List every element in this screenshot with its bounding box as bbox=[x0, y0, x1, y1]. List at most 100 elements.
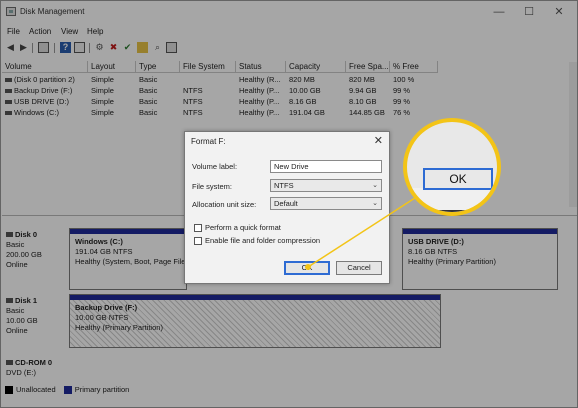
menu-action[interactable]: Action bbox=[29, 27, 51, 36]
cell-capacity: 10.00 GB bbox=[289, 86, 321, 95]
column-header-volume[interactable]: Volume bbox=[2, 61, 88, 73]
window-title: Disk Management bbox=[20, 7, 85, 16]
column-header-capacity[interactable]: Capacity bbox=[286, 61, 346, 73]
partition-backup-drive[interactable]: Backup Drive (F:) 10.00 GB NTFS Healthy … bbox=[69, 294, 441, 348]
allocation-size-select[interactable]: Default ⌄ bbox=[270, 197, 382, 210]
cell-volume: Windows (C:) bbox=[2, 107, 88, 118]
partition-status: Healthy (System, Boot, Page File bbox=[75, 257, 186, 266]
cell-free-space: 9.94 GB bbox=[349, 86, 377, 95]
partition-windows[interactable]: Windows (C:) 191.04 GB NTFS Healthy (Sys… bbox=[69, 228, 187, 290]
forward-arrow-icon[interactable]: ▶ bbox=[18, 42, 29, 53]
column-header-status[interactable]: Status bbox=[236, 61, 286, 73]
cancel-button[interactable]: Cancel bbox=[336, 261, 382, 275]
partition-size: 8.16 GB NTFS bbox=[408, 247, 458, 256]
primary-partition-bar bbox=[403, 229, 557, 234]
delete-icon[interactable]: ✖ bbox=[108, 42, 119, 53]
volume-icon bbox=[5, 89, 12, 94]
zoom-callout: OK bbox=[403, 118, 501, 216]
file-system-value: NTFS bbox=[274, 181, 294, 190]
disk0-type: Basic bbox=[6, 240, 25, 249]
menu-file[interactable]: File bbox=[7, 27, 20, 36]
column-header-percent-free[interactable]: % Free bbox=[390, 61, 438, 73]
column-header-type[interactable]: Type bbox=[136, 61, 180, 73]
table-row[interactable]: Backup Drive (F:) Simple Basic NTFS Heal… bbox=[2, 85, 577, 96]
volume-label-input[interactable]: New Drive bbox=[270, 160, 382, 173]
console-tree-icon[interactable] bbox=[38, 42, 49, 53]
quick-format-checkbox[interactable] bbox=[194, 224, 202, 232]
table-row[interactable]: Windows (C:) Simple Basic NTFS Healthy (… bbox=[2, 107, 577, 118]
partition-legend: Unallocated Primary partition bbox=[5, 385, 129, 395]
check-icon[interactable]: ✔ bbox=[122, 42, 133, 53]
table-row[interactable]: (Disk 0 partition 2) Simple Basic Health… bbox=[2, 74, 577, 85]
partition-usb-drive[interactable]: USB DRIVE (D:) 8.16 GB NTFS Healthy (Pri… bbox=[402, 228, 558, 290]
open-icon[interactable] bbox=[137, 42, 148, 53]
disk1-label[interactable]: Disk 1 Basic 10.00 GB Online bbox=[6, 296, 66, 336]
disk0-size: 200.00 GB bbox=[6, 250, 42, 259]
cell-file-system: NTFS bbox=[183, 86, 203, 95]
help-icon[interactable]: ? bbox=[60, 42, 71, 53]
partition-status: Healthy (Primary Partition) bbox=[408, 257, 496, 266]
table-row[interactable]: USB DRIVE (D:) Simple Basic NTFS Healthy… bbox=[2, 96, 577, 107]
zoomed-ok-button: OK bbox=[423, 168, 493, 190]
compression-checkbox[interactable] bbox=[194, 237, 202, 245]
file-system-select[interactable]: NTFS ⌄ bbox=[270, 179, 382, 192]
partition-usb-text: USB DRIVE (D:) 8.16 GB NTFS Healthy (Pri… bbox=[408, 237, 496, 267]
disk1-type: Basic bbox=[6, 306, 25, 315]
partition-windows-text: Windows (C:) 191.04 GB NTFS Healthy (Sys… bbox=[75, 237, 185, 267]
unallocated-swatch bbox=[5, 386, 13, 395]
cell-file-system: NTFS bbox=[183, 97, 203, 106]
cell-type: Basic bbox=[139, 86, 158, 95]
cell-layout: Simple bbox=[91, 108, 114, 117]
cell-type: Basic bbox=[139, 75, 158, 84]
disk1-name: Disk 1 bbox=[15, 296, 38, 305]
menu-help[interactable]: Help bbox=[87, 27, 103, 36]
cell-status: Healthy (P... bbox=[239, 108, 280, 117]
search-icon[interactable]: ⌕ bbox=[152, 42, 163, 53]
volume-icon bbox=[5, 78, 12, 83]
title-bar: Disk Management — ☐ ✕ bbox=[1, 1, 577, 23]
column-header-free-space[interactable]: Free Spa... bbox=[346, 61, 390, 73]
menu-bar: File Action View Help bbox=[1, 25, 577, 39]
compression-label: Enable file and folder compression bbox=[205, 236, 321, 245]
dialog-close-button[interactable]: ✕ bbox=[374, 134, 383, 147]
view-icon[interactable] bbox=[166, 42, 177, 53]
cell-volume: Backup Drive (F:) bbox=[2, 85, 88, 96]
format-dialog: Format F: ✕ Volume label: New Drive File… bbox=[184, 131, 390, 284]
volume-name: Windows (C:) bbox=[14, 108, 60, 117]
cell-type: Basic bbox=[139, 97, 158, 106]
minimize-button[interactable]: — bbox=[485, 4, 513, 20]
volume-icon bbox=[5, 111, 12, 116]
maximize-button[interactable]: ☐ bbox=[515, 4, 543, 20]
connect-icon[interactable]: ⚙ bbox=[94, 42, 105, 53]
column-header-layout[interactable]: Layout bbox=[88, 61, 136, 73]
back-arrow-icon[interactable]: ◀ bbox=[5, 42, 16, 53]
cell-status: Healthy (R... bbox=[239, 75, 281, 84]
allocation-size-value: Default bbox=[274, 199, 298, 208]
ok-button[interactable]: OK bbox=[284, 261, 330, 275]
volume-name: USB DRIVE (D:) bbox=[14, 97, 70, 106]
volume-name: Backup Drive (F:) bbox=[14, 86, 73, 95]
properties-icon[interactable] bbox=[74, 42, 85, 53]
primary-partition-bar bbox=[70, 295, 440, 300]
disk-management-icon bbox=[6, 7, 16, 16]
cell-percent-free: 99 % bbox=[393, 97, 411, 106]
cell-free-space: 8.10 GB bbox=[349, 97, 377, 106]
cell-status: Healthy (P... bbox=[239, 86, 280, 95]
cell-free-space: 144.85 GB bbox=[349, 108, 385, 117]
cell-layout: Simple bbox=[91, 97, 114, 106]
primary-partition-bar bbox=[70, 229, 186, 234]
cdrom-name: CD-ROM 0 bbox=[15, 358, 53, 367]
column-header-file-system[interactable]: File System bbox=[180, 61, 236, 73]
cdrom-label[interactable]: CD-ROM 0 DVD (E:) bbox=[6, 358, 66, 378]
table-scrollbar[interactable] bbox=[569, 62, 577, 207]
menu-view[interactable]: View bbox=[61, 27, 78, 36]
close-button[interactable]: ✕ bbox=[545, 4, 573, 20]
disk0-name: Disk 0 bbox=[15, 230, 38, 239]
disk0-label[interactable]: Disk 0 Basic 200.00 GB Online bbox=[6, 230, 66, 270]
cell-percent-free: 99 % bbox=[393, 86, 411, 95]
partition-size: 10.00 GB NTFS bbox=[75, 313, 129, 322]
cell-percent-free: 76 % bbox=[393, 108, 411, 117]
partition-name: USB DRIVE (D:) bbox=[408, 237, 464, 246]
disk-icon bbox=[6, 298, 13, 303]
file-system-label: File system: bbox=[192, 182, 233, 191]
